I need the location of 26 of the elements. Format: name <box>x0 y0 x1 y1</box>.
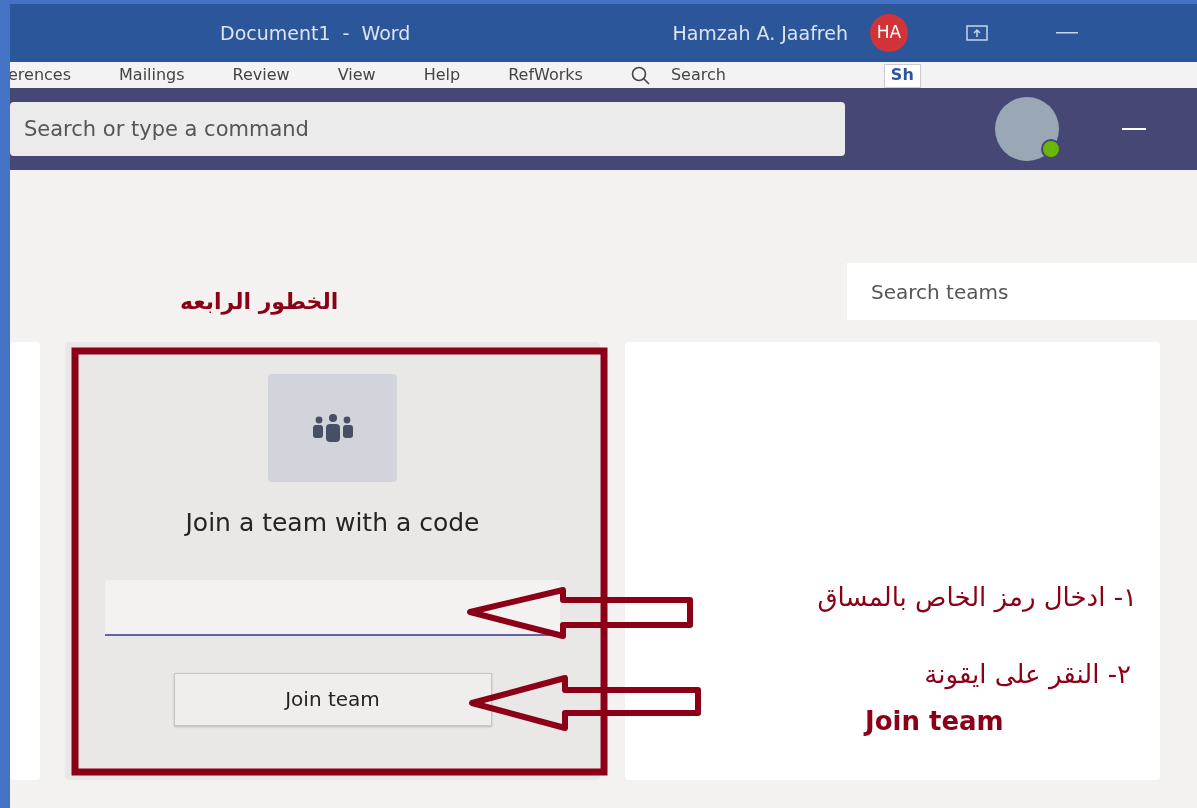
search-teams-field[interactable]: Search teams <box>847 263 1197 320</box>
ribbon-tab[interactable]: Mailings <box>119 65 185 88</box>
status-dot <box>1041 139 1061 159</box>
command-search-field[interactable]: Search or type a command <box>10 102 845 156</box>
share-button[interactable]: Sh <box>883 64 921 88</box>
card-title: Join a team with a code <box>185 507 480 539</box>
team-card[interactable] <box>625 342 1160 780</box>
ribbon-tab[interactable]: RefWorks <box>508 65 583 88</box>
user-name: Hamzah A. Jaafreh <box>672 20 848 46</box>
annotation-step: ١- ادخال رمز الخاص بالمساق <box>817 578 1137 617</box>
annotation-step: ٢- النقر على ايقونة <box>924 655 1131 694</box>
ribbon-search[interactable]: Search <box>670 65 726 88</box>
annotation-step-label: Join team <box>865 705 1004 738</box>
search-icon <box>630 66 651 86</box>
minimize-icon[interactable] <box>1122 127 1146 131</box>
annotation-heading: الخطور الرابعه <box>180 288 339 317</box>
ribbon-tab[interactable]: View <box>337 65 376 88</box>
join-team-button[interactable]: Join team <box>173 672 492 726</box>
restore-icon[interactable] <box>965 25 988 41</box>
ribbon-tab[interactable]: Review <box>232 65 290 88</box>
window-title: Document1 - Word <box>220 20 411 46</box>
code-input-field[interactable] <box>105 579 560 636</box>
ribbon-tab[interactable]: Help <box>423 65 461 88</box>
people-icon <box>311 414 354 442</box>
user-avatar[interactable]: HA <box>869 14 908 52</box>
minimize-icon[interactable] <box>1055 31 1078 35</box>
